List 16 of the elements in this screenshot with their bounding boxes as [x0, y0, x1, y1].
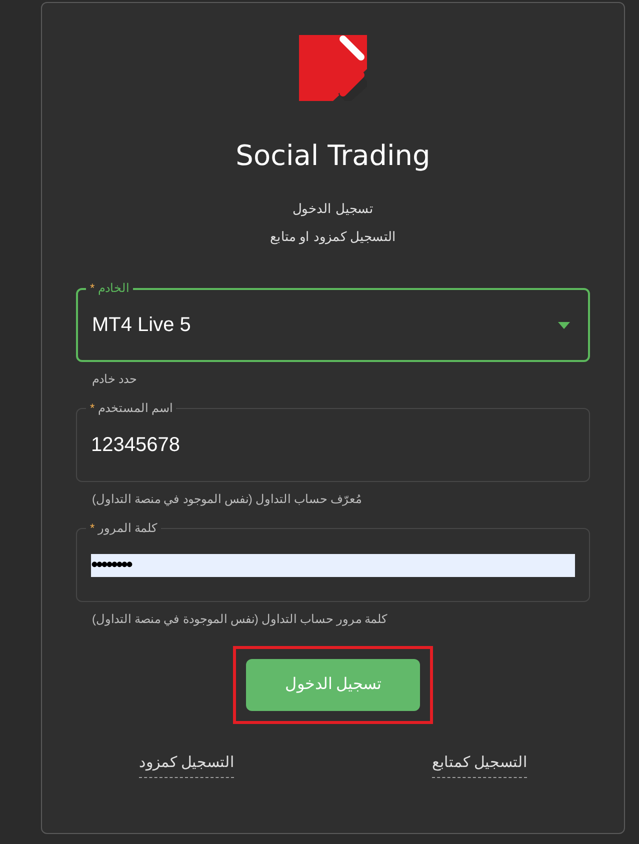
helper-text: حدد خادم [91, 371, 138, 388]
field-value: •••••••• [91, 554, 575, 576]
subtitle-text: تسجيل الدخول [292, 200, 374, 218]
field-value: MT4 Live 5 [92, 313, 191, 338]
field-label: * كلمة المرور [86, 520, 162, 536]
dropdown-caret-icon [558, 322, 570, 328]
field-value: 12345678 [91, 433, 180, 458]
register-link[interactable]: التسجيل كمتابع [432, 752, 527, 778]
logo-icon [299, 35, 367, 101]
field-label: * اسم المستخدم [86, 400, 176, 416]
subtitle-text: التسجيل كمزود او متابع [270, 228, 396, 246]
helper-text: كلمة مرور حساب التداول (نفس الموجودة في منصة التداول) [91, 611, 389, 628]
register-link[interactable]: التسجيل كمزود [139, 752, 234, 778]
helper-text: مُعرّف حساب التداول (نفس الموجود في منصة التداول) [91, 491, 362, 508]
app-title: Social Trading [236, 138, 430, 174]
field-label: * الخادم [86, 280, 134, 296]
